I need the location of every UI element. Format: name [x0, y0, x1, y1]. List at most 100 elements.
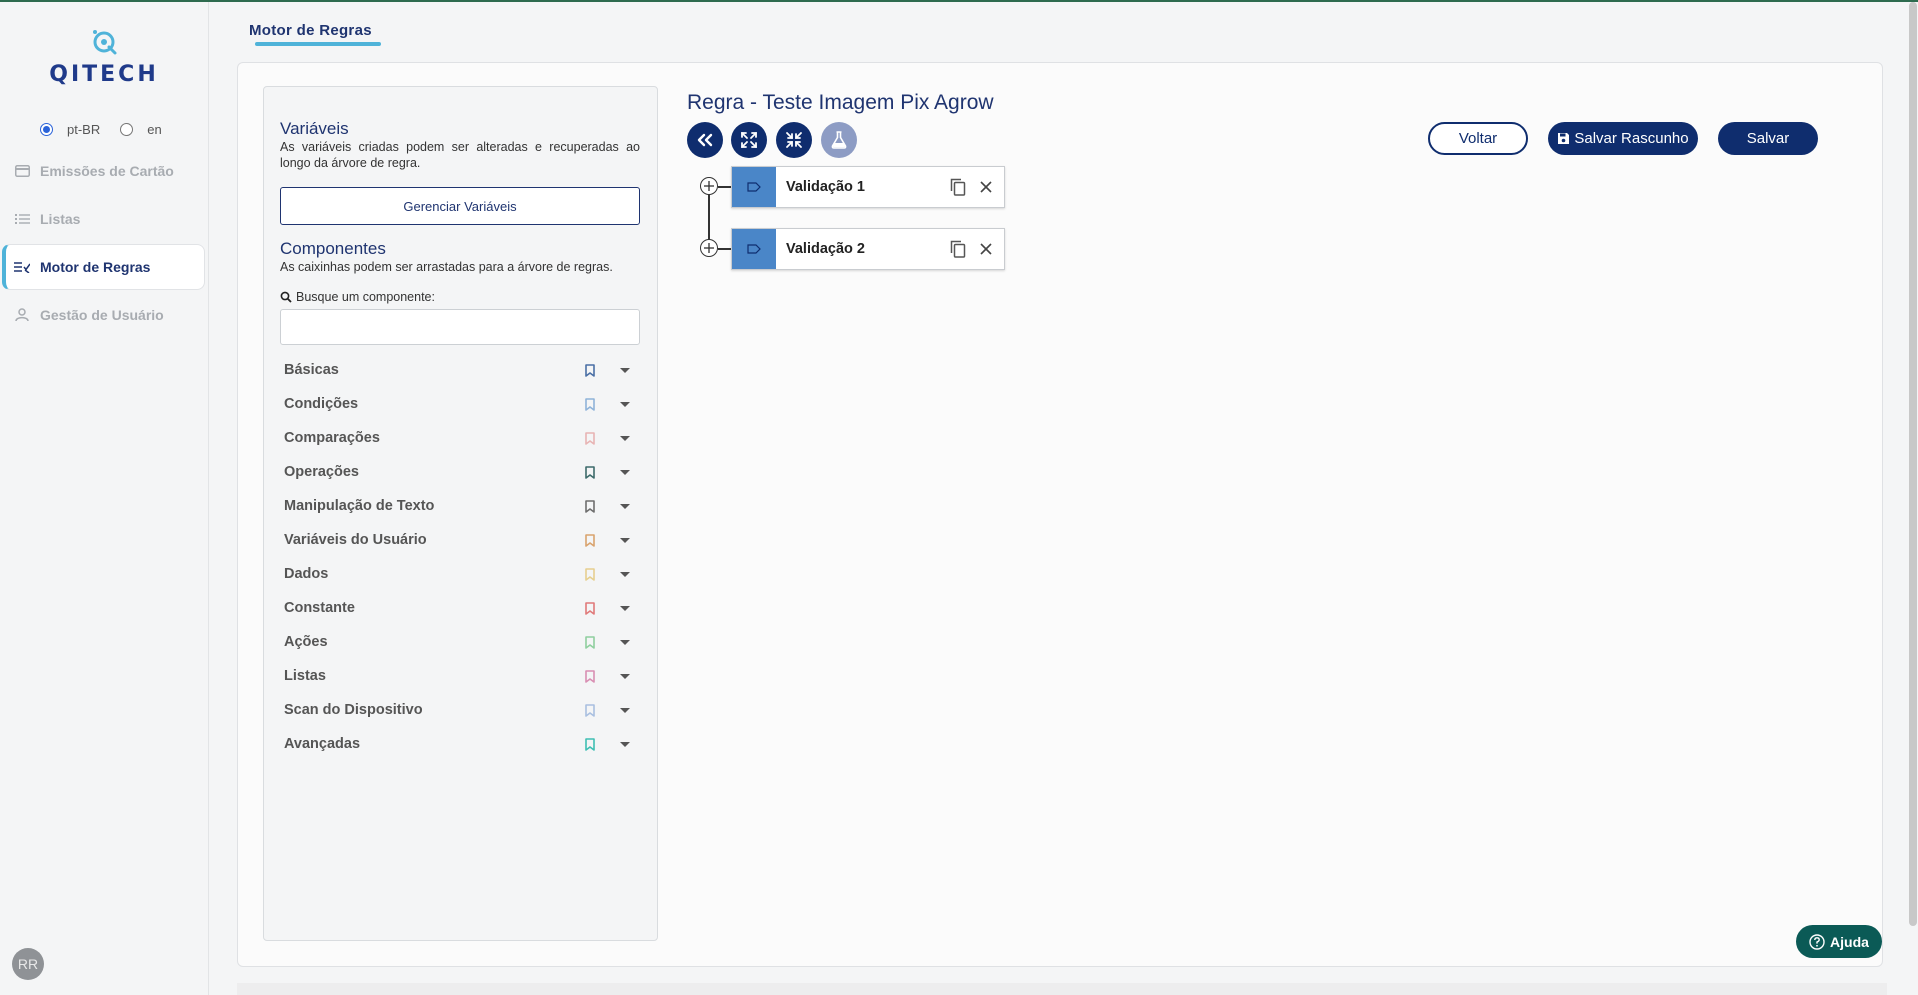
component-category-controls: [585, 397, 630, 411]
component-category[interactable]: Dados: [280, 557, 640, 591]
variables-description: As variáveis criadas podem ser alteradas…: [280, 140, 640, 170]
avatar[interactable]: RR: [12, 948, 44, 980]
sidebar-item-listas[interactable]: Listas: [0, 196, 209, 242]
logo-mark-icon: [93, 30, 117, 55]
bookmark-icon: [585, 499, 595, 513]
copy-icon[interactable]: [950, 240, 966, 258]
component-category[interactable]: Ações: [280, 625, 640, 659]
add-node-button[interactable]: [700, 239, 718, 257]
rule-node[interactable]: Validação 2: [731, 228, 1005, 270]
component-category[interactable]: Scan do Dispositivo: [280, 693, 640, 727]
top-accent-line: [0, 0, 1918, 2]
component-category-label: Listas: [284, 668, 326, 684]
chevron-down-icon[interactable]: [620, 435, 630, 441]
component-category-controls: [585, 363, 630, 377]
component-category-controls: [585, 465, 630, 479]
node-tag: [732, 229, 776, 269]
component-category-controls: [585, 703, 630, 717]
save-button[interactable]: Salvar: [1718, 122, 1818, 155]
chevron-down-icon[interactable]: [620, 639, 630, 645]
component-category[interactable]: Comparações: [280, 421, 640, 455]
component-search-input[interactable]: [280, 309, 640, 345]
bookmark-icon: [585, 567, 595, 581]
help-circle-icon: [1809, 933, 1825, 950]
chevron-down-icon[interactable]: [620, 401, 630, 407]
node-actions: [950, 240, 992, 258]
page-title[interactable]: Motor de Regras: [249, 22, 372, 39]
variables-title: Variáveis: [280, 119, 349, 138]
lang-radio-en[interactable]: [120, 122, 134, 136]
tree-branch: [718, 248, 732, 250]
rules-icon: [14, 259, 30, 275]
user-icon: [14, 307, 30, 323]
chevron-down-icon[interactable]: [620, 605, 630, 611]
language-selector: pt-BR en: [40, 120, 182, 138]
component-category-label: Condições: [284, 396, 359, 412]
chevron-down-icon[interactable]: [620, 571, 630, 577]
bookmark-icon: [585, 363, 595, 377]
sidebar: QITECH pt-BR en Emissões de Cartão Lista…: [0, 2, 209, 995]
compress-tree-button[interactable]: [776, 122, 812, 158]
component-category[interactable]: Listas: [280, 659, 640, 693]
copy-icon[interactable]: [950, 178, 966, 196]
chevron-down-icon[interactable]: [620, 537, 630, 543]
component-category-label: Ações: [284, 634, 328, 650]
chevron-down-icon[interactable]: [620, 741, 630, 747]
bookmark-icon: [585, 737, 595, 751]
lang-label-pt-br: pt-BR: [67, 121, 101, 137]
add-node-button[interactable]: [700, 177, 718, 195]
lang-label-en: en: [147, 121, 162, 137]
component-category[interactable]: Operações: [280, 455, 640, 489]
component-category-label: Scan do Dispositivo: [284, 702, 423, 718]
chevron-down-icon[interactable]: [620, 469, 630, 475]
page-scrollbar[interactable]: [1909, 2, 1917, 926]
manage-variables-button[interactable]: Gerenciar Variáveis: [280, 187, 640, 225]
plus-icon: [704, 243, 714, 253]
compress-icon: [786, 132, 802, 148]
components-description: As caixinhas podem ser arrastadas para a…: [280, 260, 613, 274]
chevron-down-icon[interactable]: [620, 673, 630, 679]
bookmark-icon: [585, 397, 595, 411]
sidebar-item-emissoes[interactable]: Emissões de Cartão: [0, 148, 209, 194]
rule-node[interactable]: Validação 1: [731, 166, 1005, 208]
component-category[interactable]: Manipulação de Texto: [280, 489, 640, 523]
component-category-controls: [585, 431, 630, 445]
sidebar-item-gestao-usuario[interactable]: Gestão de Usuário: [0, 292, 209, 338]
expand-icon: [741, 132, 757, 148]
component-category-label: Manipulação de Texto: [284, 498, 435, 514]
component-category-controls: [585, 533, 630, 547]
chevron-down-icon[interactable]: [620, 707, 630, 713]
bottom-bar: [237, 983, 1887, 995]
test-rule-button[interactable]: [821, 122, 857, 158]
bookmark-icon: [585, 465, 595, 479]
collapse-left-icon: [697, 133, 713, 147]
lang-radio-pt-br[interactable]: [40, 122, 53, 136]
close-icon[interactable]: [980, 243, 992, 255]
sidebar-item-label: Motor de Regras: [40, 259, 151, 275]
component-category[interactable]: Básicas: [280, 353, 640, 387]
component-category-controls: [585, 499, 630, 513]
save-draft-label: Salvar Rascunho: [1574, 130, 1689, 147]
sidebar-item-motor-de-regras[interactable]: Motor de Regras: [2, 244, 205, 290]
back-button[interactable]: Voltar: [1428, 122, 1528, 155]
save-draft-button[interactable]: Salvar Rascunho: [1548, 122, 1698, 155]
tree-branch: [718, 186, 732, 188]
component-category[interactable]: Constante: [280, 591, 640, 625]
chevron-down-icon[interactable]: [620, 367, 630, 373]
search-label-text: Busque um componente:: [296, 290, 435, 304]
component-category[interactable]: Avançadas: [280, 727, 640, 761]
component-category-label: Avançadas: [284, 736, 361, 752]
close-icon[interactable]: [980, 181, 992, 193]
node-label: Validação 2: [786, 241, 865, 257]
collapse-panel-button[interactable]: [687, 122, 723, 158]
expand-tree-button[interactable]: [731, 122, 767, 158]
component-category[interactable]: Variáveis do Usuário: [280, 523, 640, 557]
sidebar-item-label: Gestão de Usuário: [40, 307, 164, 323]
help-button[interactable]: Ajuda: [1796, 925, 1882, 958]
label-tag-icon: [747, 244, 761, 254]
component-category[interactable]: Condições: [280, 387, 640, 421]
chevron-down-icon[interactable]: [620, 503, 630, 509]
component-category-label: Variáveis do Usuário: [284, 532, 427, 548]
component-category-controls: [585, 635, 630, 649]
node-tag: [732, 167, 776, 207]
